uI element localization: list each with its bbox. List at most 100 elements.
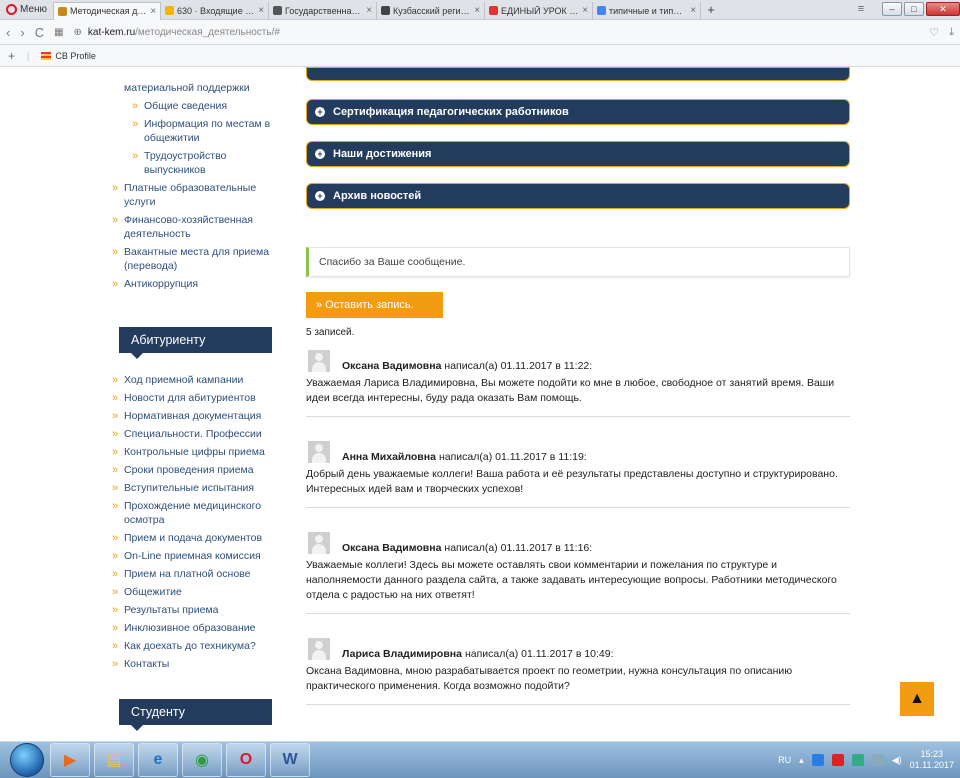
applicant-menu-item[interactable]: Контакты	[110, 657, 280, 671]
tray-arrow-icon[interactable]: ▴	[799, 755, 804, 766]
new-tab-button[interactable]: +	[701, 2, 721, 17]
scroll-to-top-button[interactable]: ▲	[900, 682, 934, 716]
clock-date: 01.11.2017	[909, 760, 954, 770]
download-icon[interactable]: ⤓	[949, 26, 954, 39]
taskbar: ▶ ▤ e ◉ O W RU ▴ ◀) 15:23 01.11.2017	[0, 741, 960, 778]
doc-icon	[273, 6, 283, 15]
entry-author: Анна Михайловна	[342, 451, 436, 463]
add-bookmark-icon[interactable]: +	[8, 49, 15, 63]
word-taskbar-button[interactable]: W	[270, 743, 310, 777]
applicant-menu-item[interactable]: Специальности. Профессии	[110, 427, 280, 441]
google-icon	[597, 6, 607, 15]
heart-icon[interactable]: ♡	[929, 26, 939, 39]
volume-icon[interactable]: ◀)	[892, 755, 902, 766]
network-icon[interactable]	[851, 754, 864, 766]
applicant-menu-item[interactable]: Нормативная документация	[110, 409, 280, 423]
tray-app-icon[interactable]	[811, 754, 824, 766]
opera-menu-button[interactable]: Меню	[0, 0, 53, 20]
plus-circle-icon: +	[315, 107, 325, 117]
ie-taskbar-button[interactable]: e	[138, 743, 178, 777]
forward-icon[interactable]: ›	[20, 25, 24, 40]
accordion-header[interactable]: + Сертификация педагогических работников	[306, 99, 850, 125]
entry-author: Лариса Владимировна	[342, 648, 462, 660]
applicant-menu-item[interactable]: Вступительные испытания	[110, 481, 280, 495]
chrome-taskbar-button[interactable]: ◉	[182, 743, 222, 777]
close-tab-icon[interactable]: ×	[582, 5, 588, 16]
notice-message: Спасибо за Ваше сообщение.	[306, 247, 850, 277]
reload-icon[interactable]: C	[35, 25, 44, 40]
sidebar-item[interactable]: Общие сведения	[130, 99, 280, 113]
accordion-header[interactable]: + Архив новостей	[306, 183, 850, 209]
sidebar-item[interactable]: Трудоустройство выпускников	[130, 149, 280, 177]
guestbook-entry: Оксана Вадимовна написал(а) 01.11.2017 в …	[306, 350, 850, 417]
close-tab-icon[interactable]: ×	[150, 6, 156, 17]
flag-icon	[489, 6, 499, 15]
sidebar-item[interactable]: материальной поддержки	[110, 81, 280, 95]
address-bar: ‹ › C ▦ ⊕ kat-kem.ru/методическая_деятел…	[0, 20, 960, 45]
clock[interactable]: 15:23 01.11.2017	[910, 749, 954, 771]
browser-tab[interactable]: типичные и типовы ×	[593, 1, 702, 20]
entry-header: Оксана Вадимовна написал(а) 01.11.2017 в …	[306, 532, 850, 554]
applicant-menu-item[interactable]: Общежитие	[110, 585, 280, 599]
applicant-menu-item[interactable]: On-Line приемная комиссия	[110, 549, 280, 563]
applicant-menu-item[interactable]: Контрольные цифры приема	[110, 445, 280, 459]
sidebar-item[interactable]: Платные образовательные услуги	[110, 181, 280, 209]
media-player-taskbar-button[interactable]: ▶	[50, 743, 90, 777]
guestbook-entry: Оксана Вадимовна написал(а) 01.11.2017 в …	[306, 532, 850, 614]
applicant-menu-item[interactable]: Прием на платной основе	[110, 567, 280, 581]
flag-tray-icon[interactable]	[871, 754, 884, 766]
sidebar-item[interactable]: Финансово-хозяйственная деятельность	[110, 213, 280, 241]
accordion-header[interactable]: + Наши достижения	[306, 141, 850, 167]
window-controls: ≡ – □ ✕	[850, 0, 960, 18]
opera-taskbar-button[interactable]: O	[226, 743, 266, 777]
explorer-taskbar-button[interactable]: ▤	[94, 743, 134, 777]
close-tab-icon[interactable]: ×	[690, 5, 696, 16]
bookmark-cb-profile[interactable]: CB Profile	[41, 51, 96, 61]
clock-time: 15:23	[920, 749, 944, 759]
browser-tab[interactable]: 630 · Входящие — Я ×	[161, 1, 270, 20]
applicant-menu-item[interactable]: Прием и подача документов	[110, 531, 280, 545]
accordion-previous[interactable]	[306, 67, 850, 81]
applicant-menu-item[interactable]: Сроки проведения приема	[110, 463, 280, 477]
language-indicator[interactable]: RU	[778, 755, 791, 765]
sidebar-menu: материальной поддержки Общие сведения Инфо…	[110, 81, 280, 291]
close-tab-icon[interactable]: ×	[474, 5, 480, 16]
url-field[interactable]: ⊕ kat-kem.ru/методическая_деятельность/#	[74, 23, 920, 42]
applicant-menu-item[interactable]: Новости для абитуриентов	[110, 391, 280, 405]
browser-tab[interactable]: ЕДИНЫЙ УРОК ПО ×	[485, 1, 594, 20]
site-icon	[58, 6, 68, 16]
start-button[interactable]	[10, 743, 44, 777]
entry-meta: написал(а) 01.11.2017 в 11:22:	[444, 360, 593, 372]
minimize-button[interactable]: –	[882, 2, 902, 16]
leave-entry-button[interactable]: » Оставить запись.	[306, 292, 443, 318]
avatar-icon	[308, 638, 330, 660]
tab-menu-icon[interactable]: ≡	[850, 3, 872, 15]
browser-tab-strip: Меню Методическая деяте×630 · Входящие —…	[0, 0, 960, 20]
browser-tab[interactable]: Государственная сл ×	[269, 1, 378, 20]
entry-header: Анна Михайловна написал(а) 01.11.2017 в 1…	[306, 441, 850, 463]
applicant-menu-item[interactable]: Результаты приема	[110, 603, 280, 617]
close-tab-icon[interactable]: ×	[366, 5, 372, 16]
close-window-button[interactable]: ✕	[926, 2, 960, 16]
applicant-menu-item[interactable]: Прохождение медицинского осмотра	[110, 499, 280, 527]
browser-tab[interactable]: Кузбасский региона ×	[377, 1, 486, 20]
antivirus-icon[interactable]	[831, 754, 844, 766]
back-icon[interactable]: ‹	[6, 25, 10, 40]
browser-tab[interactable]: Методическая деяте×	[53, 1, 162, 20]
close-tab-icon[interactable]: ×	[258, 5, 264, 16]
sidebar-item[interactable]: Вакантные места для приема (перевода)	[110, 245, 280, 273]
speed-dial-icon[interactable]: ▦	[54, 27, 63, 38]
entry-meta: написал(а) 01.11.2017 в 11:16:	[444, 542, 593, 554]
sidebar-item[interactable]: Антикоррупция	[110, 277, 280, 291]
entry-header: Оксана Вадимовна написал(а) 01.11.2017 в …	[306, 350, 850, 372]
mail-icon	[165, 6, 175, 15]
opera-logo-icon	[6, 4, 17, 15]
applicant-menu-item[interactable]: Ход приемной кампании	[110, 373, 280, 387]
applicant-menu-item[interactable]: Инклюзивное образование	[110, 621, 280, 635]
applicant-menu-item[interactable]: Как доехать до техникума?	[110, 639, 280, 653]
maximize-button[interactable]: □	[904, 2, 924, 16]
student-heading: Студенту	[119, 699, 272, 731]
accordion-title: Наши достижения	[333, 148, 432, 160]
guestbook-entry: Анна Михайловна написал(а) 01.11.2017 в 1…	[306, 441, 850, 508]
sidebar-item[interactable]: Информация по местам в общежитии	[130, 117, 280, 145]
